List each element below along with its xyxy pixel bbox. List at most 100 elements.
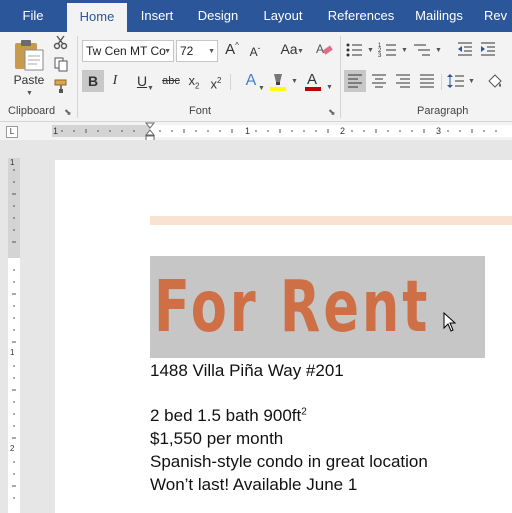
align-right-button[interactable]: [392, 70, 414, 92]
chevron-down-icon: ▼: [468, 78, 475, 85]
highlight-color-swatch: [270, 87, 286, 91]
align-center-button[interactable]: [368, 70, 390, 92]
copy-button[interactable]: [52, 56, 70, 74]
tab-references[interactable]: References: [322, 0, 400, 32]
strikethrough-button[interactable]: abc: [160, 70, 182, 92]
document-title[interactable]: For Rent: [154, 264, 430, 350]
chevron-down-icon: ▼: [435, 47, 442, 54]
ruler-number: 3: [436, 126, 442, 136]
paragraph-group-label: Paragraph: [417, 105, 469, 117]
align-left-icon: [348, 74, 362, 88]
vertical-ruler[interactable]: 1 1 2: [8, 158, 20, 513]
dialog-launcher-icon[interactable]: ⬊: [64, 107, 72, 118]
tab-selector[interactable]: L: [6, 126, 18, 138]
price-line[interactable]: $1,550 per month: [150, 429, 283, 449]
scissors-icon: [53, 35, 68, 50]
chevron-down-icon: ▼: [291, 78, 298, 85]
indent-marker-icon[interactable]: [145, 122, 155, 142]
clipboard-group-label: Clipboard: [8, 105, 56, 117]
ruler-number: 1: [245, 126, 251, 136]
increase-indent-icon: [481, 42, 495, 56]
decrease-indent-button[interactable]: [455, 40, 475, 60]
document-canvas: 1 1 2 For Rent 1488 Villa Piña Way #201 …: [0, 140, 512, 513]
increase-indent-button[interactable]: [478, 40, 498, 60]
justify-icon: [420, 74, 434, 88]
align-left-button[interactable]: [344, 70, 366, 92]
copy-icon: [54, 57, 68, 72]
highlight-button[interactable]: ▼: [268, 70, 300, 92]
chevron-down-icon: ▼: [297, 48, 304, 55]
line-spacing-button[interactable]: ▼: [446, 70, 476, 92]
font-size-combo[interactable]: 72 ▼: [176, 40, 218, 62]
font-name-value: Tw Cen MT Co: [86, 44, 166, 58]
address-line[interactable]: 1488 Villa Piña Way #201: [150, 361, 344, 381]
chevron-down-icon: ▼: [367, 47, 374, 54]
underline-button[interactable]: U ▼: [127, 70, 157, 92]
clear-formatting-button[interactable]: A: [314, 40, 334, 60]
change-case-button[interactable]: Aa ▼: [272, 41, 306, 61]
availability-line[interactable]: Won’t last! Available June 1: [150, 475, 357, 495]
bold-label: B: [87, 73, 99, 89]
eraser-icon: A: [316, 42, 333, 56]
separator: [441, 74, 442, 90]
bullets-button[interactable]: ▼: [344, 40, 376, 60]
font-color-button[interactable]: A ▼: [303, 70, 335, 92]
ribbon-home: Paste ▼ Clipboard ⬊ Tw Cen MT Co ▼ 72 ▼: [0, 32, 512, 122]
numbering-button[interactable]: 1 2 3 ▼: [378, 40, 410, 60]
subscript-button[interactable]: x2: [184, 70, 204, 92]
tab-mailings[interactable]: Mailings: [408, 0, 470, 32]
description-line[interactable]: Spanish-style condo in great location: [150, 452, 428, 472]
selected-title-highlight[interactable]: For Rent: [150, 256, 485, 358]
ribbon-tab-bar: File Home Insert Design Layout Reference…: [0, 0, 512, 32]
cut-button[interactable]: [52, 34, 70, 52]
tab-design[interactable]: Design: [190, 0, 246, 32]
tab-review[interactable]: Rev: [484, 0, 512, 32]
ruler-number: 1: [10, 158, 15, 167]
group-divider: [340, 36, 341, 118]
document-page[interactable]: For Rent 1488 Villa Piña Way #201 2 bed …: [55, 160, 512, 513]
ruler-number: 1: [10, 348, 15, 357]
format-painter-button[interactable]: [52, 78, 70, 96]
chevron-down-icon: ▼: [326, 84, 333, 91]
bed-bath-text: 2 bed 1.5 bath 900ft: [150, 406, 302, 425]
bed-bath-line[interactable]: 2 bed 1.5 bath 900ft2: [150, 406, 307, 426]
decrease-indent-icon: [458, 42, 472, 56]
tab-insert[interactable]: Insert: [130, 0, 184, 32]
clipboard-paste-icon: [15, 40, 44, 71]
group-divider: [77, 36, 78, 118]
italic-button[interactable]: I: [105, 70, 125, 92]
bullet-list-icon: [346, 43, 362, 57]
multilevel-list-button[interactable]: ▼: [412, 40, 444, 60]
chevron-down-icon: ▼: [208, 48, 215, 55]
font-size-value: 72: [180, 44, 194, 58]
horizontal-ruler[interactable]: L 1 1 2 3: [0, 122, 512, 142]
underline-label: U: [136, 73, 148, 89]
shrink-font-label: A: [249, 45, 258, 59]
svg-text:A: A: [316, 42, 324, 56]
shrink-font-button[interactable]: Aˇ: [245, 41, 265, 61]
tab-file[interactable]: File: [0, 0, 66, 32]
ruler-number: 1: [53, 126, 59, 136]
tab-home[interactable]: Home: [67, 3, 127, 32]
numbered-list-icon: 1 2 3: [378, 43, 396, 59]
justify-button[interactable]: [416, 70, 438, 92]
grow-font-button[interactable]: A^: [222, 41, 242, 61]
ruler-number: 2: [10, 444, 15, 453]
font-group-label: Font: [189, 105, 212, 117]
tab-layout[interactable]: Layout: [256, 0, 310, 32]
text-effects-button[interactable]: A ▼: [236, 70, 266, 92]
paintbrush-icon: [54, 79, 67, 93]
text-effects-label: A: [245, 72, 257, 89]
italic-label: I: [112, 73, 118, 88]
bold-button[interactable]: B: [82, 70, 104, 92]
vertical-ruler-ticks: [12, 169, 16, 499]
dialog-launcher-icon[interactable]: ⬊: [328, 107, 336, 118]
superscript-button[interactable]: x2: [206, 70, 226, 92]
font-name-combo[interactable]: Tw Cen MT Co ▼: [82, 40, 174, 62]
paste-button[interactable]: Paste ▼: [6, 36, 52, 98]
superscript-2: 2: [217, 76, 222, 85]
ruler-number: 2: [340, 126, 346, 136]
align-center-icon: [372, 74, 386, 88]
ruler-ticks: [61, 129, 497, 133]
shading-button[interactable]: [484, 70, 506, 92]
